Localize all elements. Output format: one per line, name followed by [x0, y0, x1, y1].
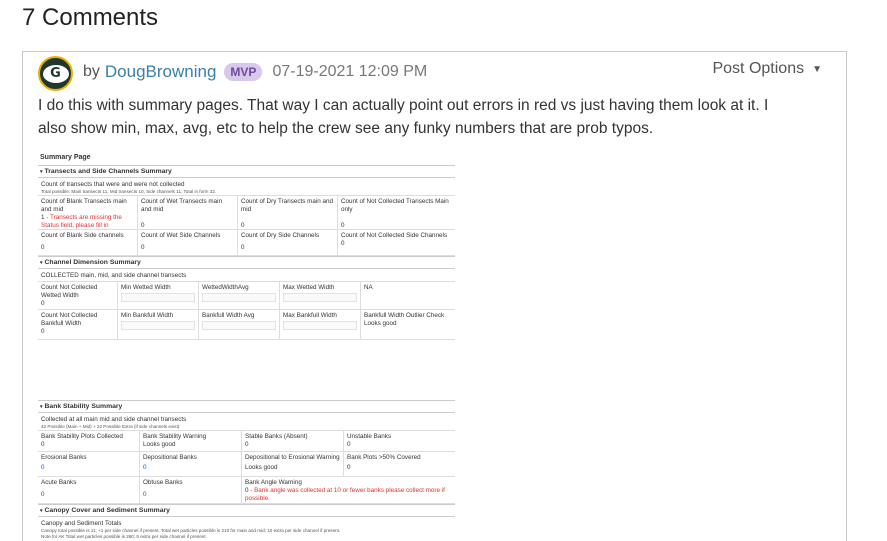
summary-cell: Count of Blank Transects main and mid 1 -… [38, 196, 138, 229]
summary-page-title: Summary Page [40, 154, 91, 161]
post-options-menu[interactable]: Post Options ▼ [712, 60, 822, 78]
chevron-down-icon: ▾ [40, 260, 43, 266]
post-body-line: also show min, max, avg, etc to help the… [38, 120, 654, 137]
summary-row: Count of Blank Transects main and mid 1 -… [38, 196, 455, 230]
section-header[interactable]: ▾ Canopy Cover and Sediment Summary [38, 504, 455, 517]
chevron-down-icon: ▾ [40, 169, 43, 175]
summary-cell: Bank Plots >50% Covered 0 [347, 454, 421, 471]
caret-down-icon: ▼ [812, 63, 822, 75]
summary-cell: Acute Banks 0 [38, 477, 140, 503]
summary-row: Count of Blank Side channels 0 Count of W… [38, 230, 455, 256]
summary-cell: Count of Wet Side Channels 0 [138, 230, 238, 255]
chevron-down-icon: ▾ [40, 404, 43, 410]
value-box [121, 293, 195, 302]
avatar[interactable]: G [38, 56, 73, 91]
summary-row: Bank Stability Plots Collected 0 Bank Sta… [38, 431, 455, 452]
author-link[interactable]: DougBrowning [105, 62, 217, 82]
value-box [121, 321, 195, 330]
subsection: Count of transects that were and were no… [38, 178, 455, 196]
summary-cell: Count of Blank Side channels 0 [38, 230, 138, 255]
summary-cell: Count of Dry Side Channels 0 [238, 230, 338, 255]
post-options-label: Post Options [712, 60, 805, 77]
summary-cell: Unstable Banks 0 [347, 433, 392, 448]
summary-page-image-1[interactable]: Summary Page ▾ Transects and Side Channel… [38, 152, 455, 342]
section-header[interactable]: ▾ Bank Stability Summary [38, 400, 455, 413]
subsection: Collected at all main mid and side chann… [38, 413, 455, 431]
summary-cell: Count Not Collected Bankfull Width 0 [38, 310, 118, 339]
summary-cell: Count of Wet Transects main and mid 0 [138, 196, 238, 229]
summary-cell: Depositional to Erosional Warning Looks g… [242, 452, 344, 476]
summary-cell: Count of Dry Transects main and mid 0 [238, 196, 338, 229]
value-box [202, 321, 276, 330]
summary-page-image-2[interactable]: ▾ Bank Stability Summary Collected at all… [38, 400, 455, 541]
summary-row: Acute Banks 0 Obtuse Banks 0 Bank Angle Wa… [38, 477, 455, 504]
summary-cell: Bankfull Width Outlier Check Looks good [364, 312, 445, 327]
summary-cell: Obtuse Banks 0 [140, 477, 242, 503]
chevron-down-icon: ▾ [40, 508, 43, 514]
summary-cell: Count Not Collected Wetted Width 0 [38, 282, 118, 309]
subsection: Canopy and Sediment Totals Canopy total … [41, 520, 341, 539]
summary-cell: Bank Stability Plots Collected 0 [38, 431, 140, 451]
value-box [283, 293, 357, 302]
summary-cell: Min Bankfull Width [118, 310, 199, 339]
packers-logo-icon: G [42, 64, 69, 83]
value-box [202, 293, 276, 302]
summary-cell: Count of Not Collected Transects Main on… [341, 198, 449, 229]
summary-row: Erosional Banks 0 Depositional Banks 0 Dep… [38, 452, 455, 477]
summary-cell: Erosional Banks 0 [38, 452, 140, 476]
comment-post: G by DougBrowning MVP 07-19-2021 12:09 P… [22, 51, 847, 541]
post-meta: by DougBrowning MVP 07-19-2021 12:09 PM [83, 62, 427, 82]
summary-cell: Bankfull Width Avg [199, 310, 280, 339]
subsection: COLLECTED main, mid, and side channel tr… [38, 269, 455, 282]
comments-heading: 7 Comments [22, 4, 159, 31]
summary-cell: NA [364, 284, 373, 291]
post-body-line: I do this with summary pages. That way I… [38, 97, 769, 114]
summary-cell: Min Wetted Width [118, 282, 199, 309]
summary-cell: Max Wetted Width [280, 282, 361, 309]
by-label: by [83, 63, 100, 80]
post-date: 07-19-2021 12:09 PM [272, 63, 428, 80]
section-header[interactable]: ▾ Transects and Side Channels Summary [38, 165, 455, 178]
post-body: I do this with summary pages. That way I… [38, 94, 828, 140]
section-header[interactable]: ▾ Channel Dimension Summary [38, 256, 455, 269]
summary-cell: WettedWidthAvg [199, 282, 280, 309]
summary-cell: Bank Stability Warning Looks good [140, 431, 242, 451]
summary-cell: Max Bankfull Width [280, 310, 361, 339]
value-box [283, 321, 357, 330]
summary-cell: Count of Not Collected Side Channels 0 [341, 232, 448, 247]
summary-row: Count Not Collected Bankfull Width 0 Min … [38, 310, 455, 340]
summary-cell: Stable Banks (Absent) 0 [242, 431, 344, 451]
summary-row: Count Not Collected Wetted Width 0 Min We… [38, 282, 455, 310]
summary-cell: Bank Angle Warning 0 - Bank angle was col… [245, 479, 445, 502]
mvp-badge: MVP [224, 63, 263, 81]
summary-cell: Depositional Banks 0 [140, 452, 242, 476]
